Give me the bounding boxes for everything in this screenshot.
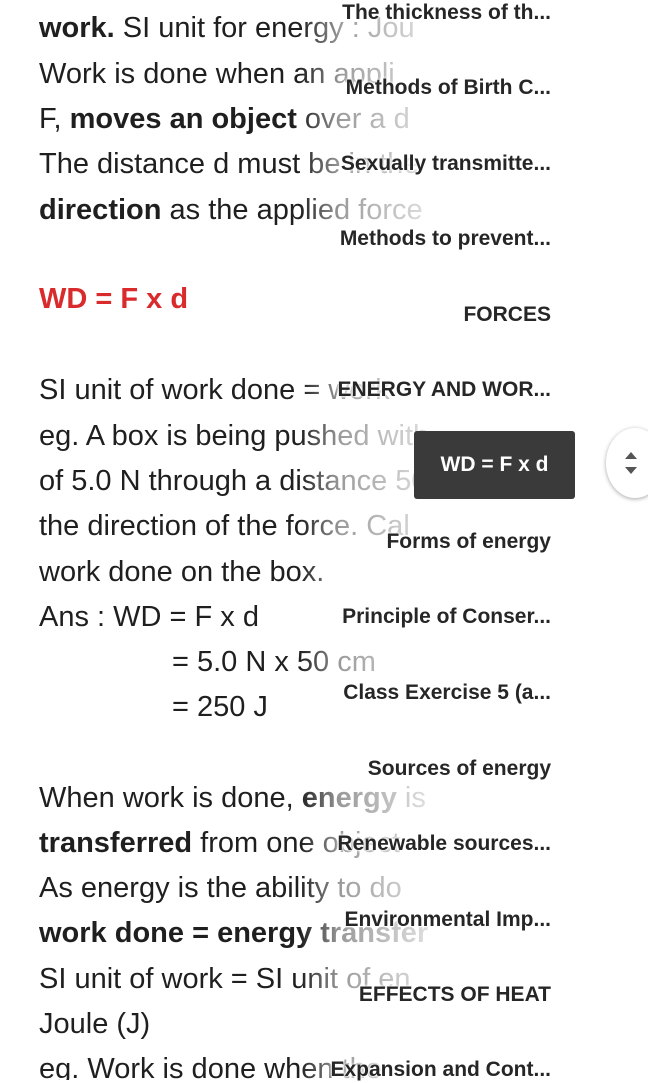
toc-item-active[interactable]: WD = F x d — [414, 431, 575, 499]
note-line: = 250 J — [172, 691, 268, 723]
note-line: = 5.0 N x 50 cm — [172, 646, 376, 678]
note-line: of 5.0 N through a distance 50 — [39, 465, 428, 497]
note-line: F, moves an object over a d — [39, 103, 410, 135]
toc-item[interactable]: Principle of Conser... — [342, 604, 551, 630]
toc-item[interactable]: Expansion and Cont... — [330, 1057, 551, 1083]
toc-item[interactable]: EFFECTS OF HEAT — [359, 982, 551, 1008]
toc-item[interactable]: Methods of Birth C... — [346, 75, 551, 101]
note-line: the direction of the force. Cal — [39, 510, 410, 542]
note-line: eg. A box is being pushed with — [39, 420, 430, 452]
note-line: SI unit of work = SI unit of en — [39, 963, 411, 995]
toc-item[interactable]: Forms of energy — [386, 529, 551, 555]
note-line: Joule (J) — [39, 1008, 151, 1040]
toc-item[interactable]: Class Exercise 5 (a... — [343, 680, 551, 706]
toc-item[interactable]: Environmental Imp... — [344, 907, 551, 933]
toc-item[interactable]: Renewable sources... — [337, 831, 551, 857]
note-line: work done on the box. — [39, 556, 325, 588]
toc-item[interactable]: ENERGY AND WOR... — [337, 377, 551, 403]
note-line: Work is done when an appli — [39, 58, 395, 90]
formula-heading: WD = F x d — [39, 283, 189, 315]
note-line: When work is done, energy is — [39, 782, 426, 814]
toc-item[interactable]: Sources of energy — [368, 756, 551, 782]
up-down-chevron-icon — [625, 452, 637, 474]
note-line: Ans : WD = F x d — [39, 601, 259, 633]
toc-item[interactable]: Methods to prevent... — [340, 226, 551, 252]
toc-item[interactable]: Sexually transmitte... — [341, 151, 551, 177]
toc-item[interactable]: FORCES — [463, 302, 551, 328]
note-line: As energy is the ability to do — [39, 872, 402, 904]
note-line: direction as the applied force — [39, 194, 423, 226]
toc-item[interactable]: The thickness of th... — [342, 0, 551, 26]
